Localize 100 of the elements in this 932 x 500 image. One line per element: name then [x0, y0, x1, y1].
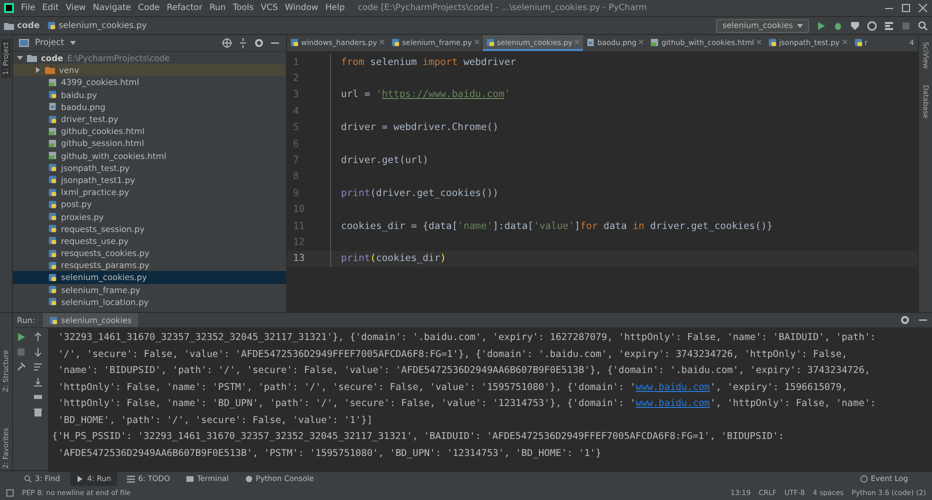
- python-file-icon: [48, 297, 57, 306]
- list-icon: [127, 474, 136, 482]
- tree-item[interactable]: selenium_frame.py: [13, 284, 286, 296]
- maximize-icon[interactable]: [901, 3, 911, 13]
- python-file-icon: [391, 38, 400, 46]
- line-number: 1: [287, 54, 331, 70]
- python-file-icon: [48, 175, 57, 184]
- folder-icon: [27, 53, 37, 64]
- tree-item[interactable]: requests_session.py: [13, 222, 286, 235]
- tree-item[interactable]: github_cookies.html: [13, 125, 286, 138]
- python-file-icon: [48, 200, 57, 209]
- code-line: driver = webdriver.Chrome(): [340, 122, 498, 134]
- console-link[interactable]: www.baidu.com: [636, 398, 710, 409]
- run-label: Run:: [17, 316, 36, 324]
- close-icon[interactable]: [756, 39, 762, 45]
- window-title: code [E:\PycharmProjects\code] - ...\selenium_cookies.py - PyCharm: [358, 3, 647, 13]
- console-output-line: 'httpOnly': False, 'name': 'BD_UPN', 'path': '/', 'secure': False, 'value': '12314753'}, {'domain': 'www.baidu.com', 'httpOnly': False, 'name':: [57, 397, 877, 411]
- python-file-icon: [48, 260, 57, 270]
- console-output-line: '/', 'secure': False, 'value': 'AFDE5472536D2949FFEF7005AFCDA6F8:FG=1'}, {'domain': '.baidu.com', 'expiry': 3743234726, 'httpOnly': False,: [57, 348, 848, 362]
- menu-item[interactable]: Help: [325, 3, 345, 13]
- tree-item[interactable]: venv: [13, 64, 286, 76]
- line-number: 2: [287, 70, 331, 87]
- wrap-icon[interactable]: [33, 362, 43, 372]
- python-file-icon: [854, 38, 863, 46]
- tree-item[interactable]: selenium_cookies.py: [13, 271, 286, 284]
- menu-item[interactable]: Run: [209, 3, 226, 13]
- python-file-icon: [48, 212, 57, 222]
- run-icon[interactable]: [816, 20, 826, 30]
- close-icon[interactable]: [379, 39, 386, 45]
- shield-icon[interactable]: [850, 20, 860, 30]
- menu-item[interactable]: Code: [138, 3, 160, 13]
- collapse-icon[interactable]: [238, 38, 248, 48]
- tree-item[interactable]: github_with_cookies.html: [13, 150, 286, 162]
- tree-item[interactable]: resquests_cookies.py: [13, 247, 286, 260]
- image-file-icon: [586, 38, 596, 46]
- html-file-icon: [48, 78, 57, 87]
- python-file-icon: [48, 236, 57, 246]
- menu-item[interactable]: Navigate: [92, 3, 132, 13]
- tree-item[interactable]: baodu.png: [13, 100, 286, 113]
- menu-item[interactable]: File: [21, 3, 36, 13]
- tree-item[interactable]: post.py: [13, 198, 286, 210]
- tree-item[interactable]: lxml_practice.py: [13, 186, 286, 198]
- line-number: 9: [287, 185, 331, 202]
- python-file-icon: [49, 316, 58, 324]
- tree-item[interactable]: resquests_params.py: [13, 259, 286, 272]
- expand-arrow-icon: [35, 67, 41, 74]
- scroll-to-end-icon[interactable]: [33, 377, 43, 387]
- search-icon[interactable]: [918, 20, 928, 30]
- run-tab[interactable]: selenium_cookies: [43, 313, 138, 327]
- tree-item[interactable]: code E:\PycharmProjects\code: [13, 52, 286, 64]
- arrow-up-icon[interactable]: [33, 332, 43, 342]
- line-number: 10: [287, 202, 331, 218]
- arrow-down-icon[interactable]: [33, 347, 43, 357]
- breadcrumb[interactable]: selenium_cookies.py: [58, 20, 147, 30]
- panel-title[interactable]: Project: [35, 38, 64, 48]
- tree-item[interactable]: selenium_location.py: [13, 296, 286, 308]
- tree-item[interactable]: driver_test.py: [13, 112, 286, 126]
- tree-item[interactable]: requests_use.py: [13, 234, 286, 247]
- trash-icon[interactable]: [33, 407, 43, 417]
- tree-item[interactable]: jsonpath_test.py: [13, 162, 286, 174]
- code-line: print(driver.get_cookies()): [340, 188, 498, 199]
- line-number: 3: [287, 86, 331, 104]
- python-file-icon: [46, 21, 56, 30]
- tree-item[interactable]: proxies.py: [13, 210, 286, 223]
- menu-item[interactable]: Window: [284, 3, 318, 13]
- console-link[interactable]: www.baidu.com: [636, 382, 710, 392]
- line-number: 7: [287, 152, 331, 169]
- panel-toggle-icon[interactable]: [6, 489, 14, 497]
- run-icon[interactable]: [16, 332, 26, 342]
- menu-item[interactable]: VCS: [260, 3, 278, 13]
- python-file-icon: [290, 38, 299, 46]
- python-file-icon: [486, 38, 495, 46]
- menu-item[interactable]: Edit: [42, 3, 59, 13]
- tree-item[interactable]: baidu.py: [13, 88, 286, 101]
- target-icon[interactable]: [222, 38, 232, 48]
- tree-item[interactable]: 4399_cookies.html: [13, 76, 286, 89]
- menu-item[interactable]: Tools: [232, 3, 254, 13]
- close-icon[interactable]: [842, 39, 848, 45]
- python-file-icon: [768, 38, 778, 46]
- line-number: 6: [287, 136, 331, 152]
- collapse-arrow-icon: [17, 55, 23, 62]
- breadcrumb[interactable]: code: [17, 20, 40, 30]
- tree-item[interactable]: github_session.html: [13, 137, 286, 150]
- html-file-icon: [48, 138, 57, 148]
- html-file-icon: [650, 38, 660, 46]
- pycharm-logo-icon: [4, 3, 14, 13]
- menu-item[interactable]: View: [66, 3, 86, 13]
- code-line: from selenium import webdriver: [340, 56, 516, 68]
- code-line: print(cookies_dir): [340, 253, 446, 264]
- console-output-line: '32293_1461_31670_32357_32352_32045_32117_31321'}, {'domain': '.baidu.com', 'expiry': 1627287079, 'httpOnly': False, 'name': 'BAIDUID', 'path':: [57, 331, 877, 345]
- line-number: 11: [287, 218, 331, 234]
- python-file-icon: [48, 285, 57, 294]
- run-config-dropdown[interactable]: selenium_cookies: [716, 18, 809, 32]
- tree-item[interactable]: jsonpath_test1.py: [13, 174, 286, 186]
- close-icon[interactable]: [474, 39, 480, 45]
- close-icon[interactable]: [918, 3, 928, 13]
- menu-item[interactable]: Refactor: [166, 3, 202, 13]
- python-file-icon: [48, 163, 57, 172]
- line-number: 5: [287, 120, 331, 136]
- close-icon[interactable]: [638, 39, 644, 45]
